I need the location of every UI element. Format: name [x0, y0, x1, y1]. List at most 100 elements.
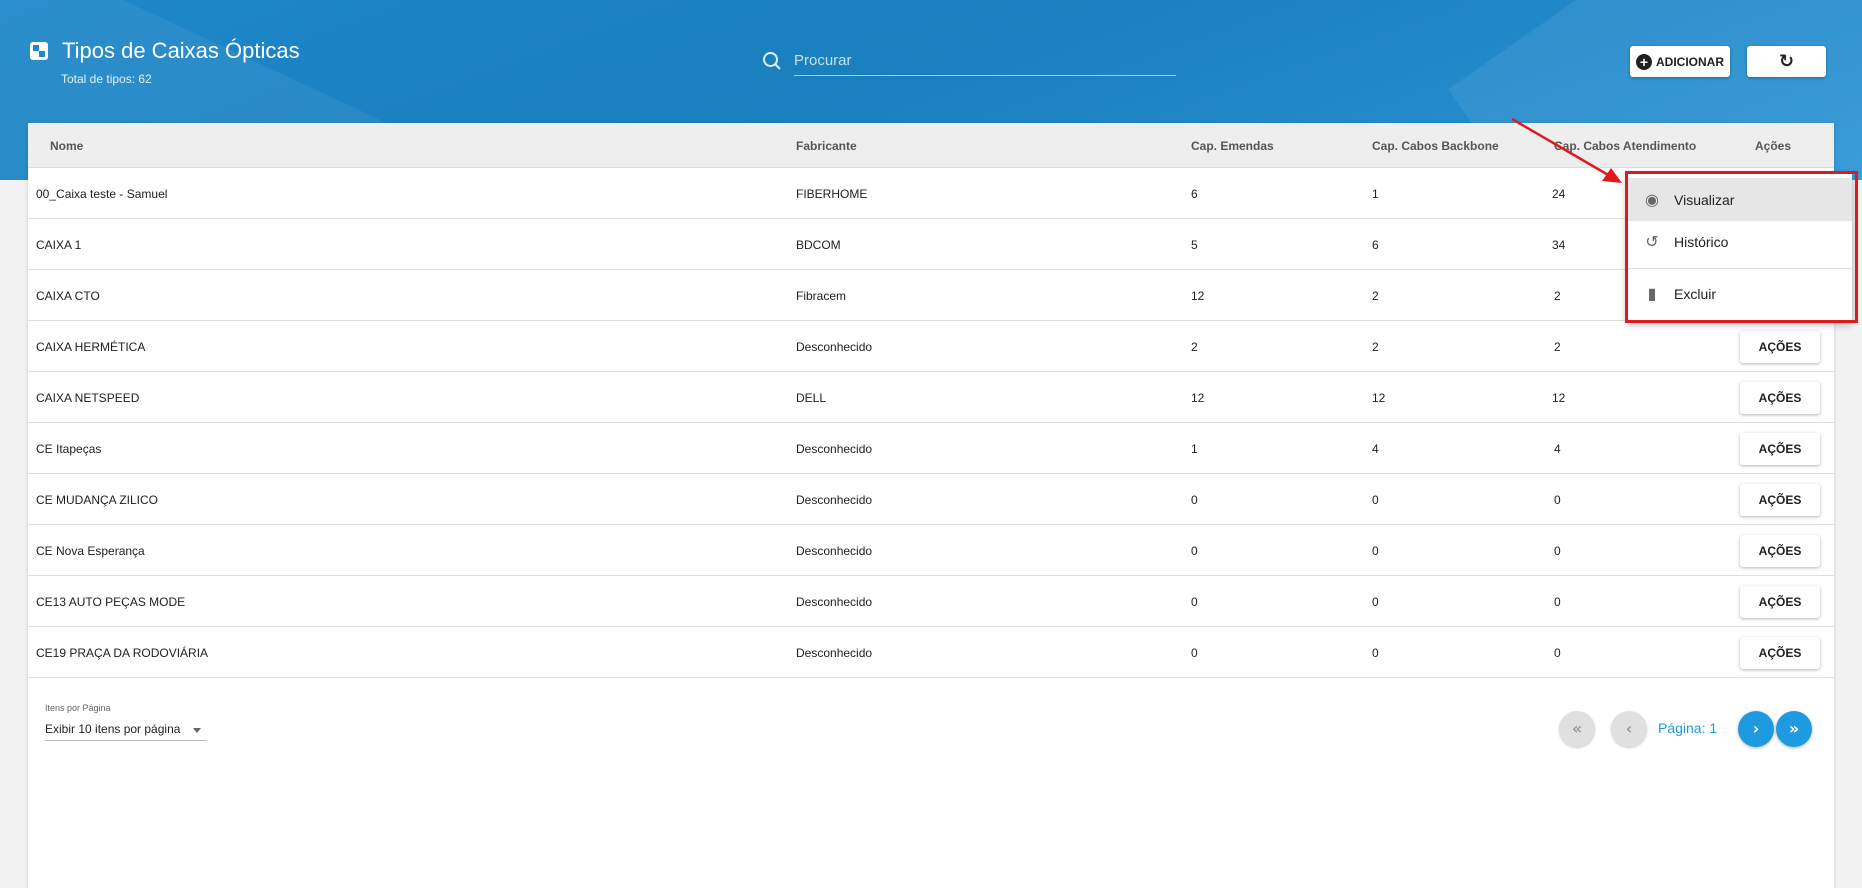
- cell-backbone: 12: [1372, 391, 1386, 405]
- cell-emendas: 2: [1191, 340, 1198, 354]
- cell-nome: CAIXA 1: [36, 238, 82, 252]
- cell-nome: CAIXA HERMÉTICA: [36, 340, 146, 354]
- cell-nome: 00_Caixa teste - Samuel: [36, 187, 168, 201]
- table-row: CAIXA HERMÉTICA Desconhecido 2 2 2 AÇÕES: [28, 321, 1834, 372]
- actions-button[interactable]: AÇÕES: [1740, 586, 1820, 618]
- add-button[interactable]: + ADICIONAR: [1630, 46, 1730, 77]
- table-row: CE19 PRAÇA DA RODOVIÁRIA Desconhecido 0 …: [28, 627, 1834, 678]
- column-header-acoes: Ações: [1755, 139, 1792, 153]
- cell-backbone: 2: [1372, 340, 1379, 354]
- plus-circle-icon: +: [1636, 53, 1652, 70]
- cell-fabricante: DELL: [796, 391, 827, 405]
- table-row: CAIXA 1 BDCOM 5 6 34: [28, 219, 1834, 270]
- prev-page-button[interactable]: ‹: [1611, 711, 1647, 747]
- per-page-value: Exibir 10 itens por página: [45, 722, 181, 736]
- table-row: CE Itapeças Desconhecido 1 4 4 AÇÕES: [28, 423, 1834, 474]
- refresh-icon: ↻: [1778, 51, 1795, 72]
- chevron-left-icon: ‹: [1625, 719, 1633, 738]
- cell-backbone: 6: [1372, 238, 1379, 252]
- cell-fabricante: Desconhecido: [796, 646, 873, 660]
- cell-backbone: 0: [1372, 646, 1379, 660]
- total-count: Total de tipos: 62: [61, 72, 152, 86]
- cell-atendimento: 0: [1554, 544, 1561, 558]
- cell-emendas: 0: [1191, 595, 1198, 609]
- double-chevron-left-icon: «: [1571, 719, 1583, 738]
- table-header: Nome Fabricante Cap. Emendas Cap. Cabos …: [28, 123, 1834, 168]
- cell-nome: CE19 PRAÇA DA RODOVIÁRIA: [36, 646, 209, 660]
- column-header-atendimento[interactable]: Cap. Cabos Atendimento: [1554, 139, 1696, 153]
- box-type-icon: [30, 42, 48, 60]
- search-bar: [762, 46, 1176, 76]
- page-header: Tipos de Caixas Ópticas: [30, 38, 300, 64]
- cell-backbone: 4: [1372, 442, 1379, 456]
- actions-button[interactable]: AÇÕES: [1740, 484, 1820, 516]
- search-icon: [762, 51, 782, 71]
- cell-emendas: 1: [1191, 442, 1198, 456]
- cell-fabricante: BDCOM: [796, 238, 841, 252]
- page-title: Tipos de Caixas Ópticas: [62, 38, 300, 63]
- actions-button[interactable]: AÇÕES: [1740, 331, 1820, 363]
- page-indicator: Página: 1: [1658, 720, 1718, 736]
- column-header-fabricante[interactable]: Fabricante: [796, 139, 857, 153]
- cell-nome: CAIXA CTO: [36, 289, 100, 303]
- cell-nome: CE Itapeças: [36, 442, 102, 456]
- cell-backbone: 2: [1372, 289, 1379, 303]
- cell-atendimento: 0: [1554, 595, 1561, 609]
- table-row: 00_Caixa teste - Samuel FIBERHOME 6 1 24: [28, 168, 1834, 219]
- cell-atendimento: 24: [1552, 187, 1566, 201]
- cell-emendas: 0: [1191, 493, 1198, 507]
- cell-fabricante: Desconhecido: [796, 493, 873, 507]
- cell-atendimento: 12: [1552, 391, 1566, 405]
- cell-backbone: 0: [1372, 544, 1379, 558]
- column-header-emendas[interactable]: Cap. Emendas: [1191, 139, 1274, 153]
- table-row: CAIXA CTO Fibracem 12 2 2: [28, 270, 1834, 321]
- cell-fabricante: Desconhecido: [796, 442, 873, 456]
- column-header-backbone[interactable]: Cap. Cabos Backbone: [1372, 139, 1499, 153]
- cell-atendimento: 2: [1554, 289, 1561, 303]
- cell-fabricante: Desconhecido: [796, 340, 873, 354]
- per-page-select[interactable]: Exibir 10 itens por página: [45, 717, 207, 741]
- cell-fabricante: Desconhecido: [796, 544, 873, 558]
- cell-nome: CE Nova Esperança: [36, 544, 145, 558]
- cell-backbone: 0: [1372, 493, 1379, 507]
- cell-emendas: 0: [1191, 544, 1198, 558]
- table-row: CAIXA NETSPEED DELL 12 12 12 AÇÕES: [28, 372, 1834, 423]
- next-page-button[interactable]: ›: [1738, 711, 1774, 747]
- last-page-button[interactable]: »: [1776, 711, 1812, 747]
- cell-backbone: 0: [1372, 595, 1379, 609]
- cell-nome: CE MUDANÇA ZILICO: [36, 493, 159, 507]
- cell-fabricante: FIBERHOME: [796, 187, 868, 201]
- table-row: CE Nova Esperança Desconhecido 0 0 0 AÇÕ…: [28, 525, 1834, 576]
- refresh-button[interactable]: ↻: [1747, 46, 1826, 77]
- column-header-nome[interactable]: Nome: [50, 139, 83, 153]
- cell-atendimento: 4: [1554, 442, 1561, 456]
- cell-atendimento: 34: [1552, 238, 1566, 252]
- add-button-label: ADICIONAR: [1656, 54, 1724, 69]
- cell-atendimento: 0: [1554, 646, 1561, 660]
- cell-emendas: 0: [1191, 646, 1198, 660]
- table-row: CE MUDANÇA ZILICO Desconhecido 0 0 0 AÇÕ…: [28, 474, 1834, 525]
- table-row: CE13 AUTO PEÇAS MODE Desconhecido 0 0 0 …: [28, 576, 1834, 627]
- double-chevron-right-icon: »: [1788, 719, 1800, 738]
- actions-button[interactable]: AÇÕES: [1740, 433, 1820, 465]
- cell-emendas: 12: [1191, 391, 1205, 405]
- search-input[interactable]: [794, 46, 1176, 76]
- cell-backbone: 1: [1372, 187, 1379, 201]
- table-card: Nome Fabricante Cap. Emendas Cap. Cabos …: [28, 123, 1834, 888]
- cell-emendas: 6: [1191, 187, 1198, 201]
- cell-emendas: 5: [1191, 238, 1198, 252]
- cell-atendimento: 2: [1554, 340, 1561, 354]
- dropdown-caret-icon: [193, 728, 201, 733]
- actions-button[interactable]: AÇÕES: [1740, 535, 1820, 567]
- chevron-right-icon: ›: [1752, 719, 1760, 738]
- per-page-label: Itens por Página: [45, 703, 111, 713]
- actions-button[interactable]: AÇÕES: [1740, 637, 1820, 669]
- cell-atendimento: 0: [1554, 493, 1561, 507]
- cell-nome: CAIXA NETSPEED: [36, 391, 140, 405]
- annotation-highlight-box: [1625, 171, 1858, 323]
- actions-button[interactable]: AÇÕES: [1740, 382, 1820, 414]
- cell-fabricante: Fibracem: [796, 289, 847, 303]
- first-page-button[interactable]: «: [1559, 711, 1595, 747]
- cell-emendas: 12: [1191, 289, 1205, 303]
- cell-fabricante: Desconhecido: [796, 595, 873, 609]
